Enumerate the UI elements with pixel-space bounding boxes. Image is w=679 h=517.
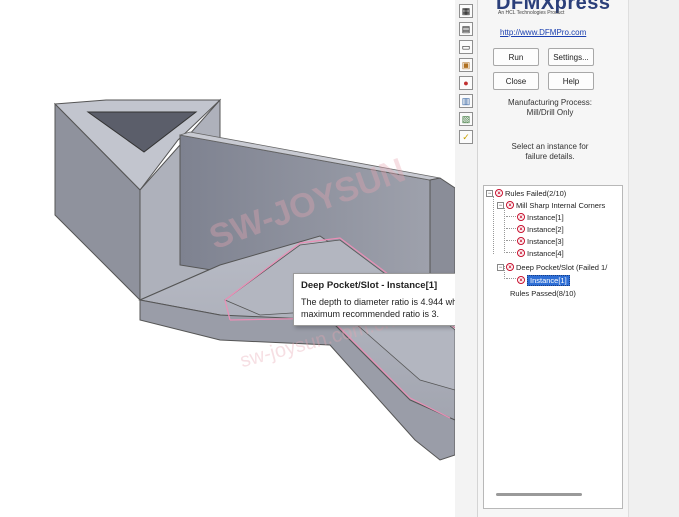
fail-icon: × [517,213,525,221]
manufacturing-process-value: Mill/Drill Only [526,108,574,117]
tree-node-instance[interactable]: × Instance[2] [517,223,564,235]
config-manager-icon[interactable]: ▣ [459,58,473,72]
manufacturing-process-label: Manufacturing Process: [507,98,593,107]
fail-icon: × [517,237,525,245]
feature-manager-tabs: ▦ ▤ ▭ ▣ ● ▥ ▧ ✓ [455,0,478,517]
settings-button[interactable]: Settings... [548,48,594,66]
fail-icon: × [517,249,525,257]
appearance-icon[interactable]: ● [459,76,473,90]
help-button[interactable]: Help [548,72,594,90]
fail-icon: × [517,276,525,284]
instruction-text: Select an instance for [511,142,589,151]
tree-node-label: Instance[3] [527,236,564,246]
run-button[interactable]: Run [493,48,539,66]
instruction-text: failure details. [525,152,575,161]
tree-node-rules-passed[interactable]: Rules Passed(8/10) [510,287,576,299]
fail-icon: × [495,189,503,197]
dfmxpress-icon[interactable]: ✓ [459,130,473,144]
folder-icon[interactable]: ▭ [459,40,473,54]
logo-subtitle: An HCL Technologies Product [498,10,565,16]
tree-node-instance[interactable]: × Instance[4] [517,247,564,259]
close-button[interactable]: Close [493,72,539,90]
tree-node-label: Deep Pocket/Slot (Failed 1/ [516,262,608,272]
display-manager-icon[interactable]: ▥ [459,94,473,108]
dimxpert-icon[interactable]: ▧ [459,112,473,126]
collapse-icon[interactable]: − [497,263,504,271]
property-manager-icon[interactable]: ▤ [459,22,473,36]
graphics-viewport[interactable]: SW-JOYSUN sw-joysun.com.cn Deep Pocket/S… [0,0,524,517]
fail-icon: × [517,225,525,233]
tree-node-label: Mill Sharp Internal Corners [516,200,606,210]
panel-margin [628,0,679,517]
tree-node-label: Instance[1] [527,212,564,222]
feature-tree-icon[interactable]: ▦ [459,4,473,18]
collapse-icon[interactable]: − [497,201,504,209]
tree-node-instance-selected[interactable]: × Instance[1] [517,274,570,286]
tree-node-rule[interactable]: − × Mill Sharp Internal Corners [497,199,605,211]
website-link[interactable]: http://www.DFMPro.com [500,28,586,37]
tree-node-rules-failed[interactable]: − × Rules Failed(2/10) [486,187,566,199]
collapse-icon[interactable]: − [486,189,493,197]
tree-node-rule[interactable]: − × Deep Pocket/Slot (Failed 1/ [497,261,607,273]
tree-node-label: Rules Passed(8/10) [510,288,576,298]
tree-node-instance[interactable]: × Instance[3] [517,235,564,247]
tree-node-label: Rules Failed(2/10) [505,188,567,198]
rules-tree[interactable]: − × Rules Failed(2/10) − × Mill Sharp In… [483,185,623,509]
fail-icon: × [506,263,514,271]
tree-node-label: Instance[2] [527,224,564,234]
tree-node-instance[interactable]: × Instance[1] [517,211,564,223]
horizontal-scrollbar[interactable] [496,493,582,496]
part-model[interactable] [0,0,455,517]
tree-node-label: Instance[4] [527,248,564,258]
fail-icon: × [506,201,514,209]
tree-node-label: Instance[1] [527,274,570,286]
